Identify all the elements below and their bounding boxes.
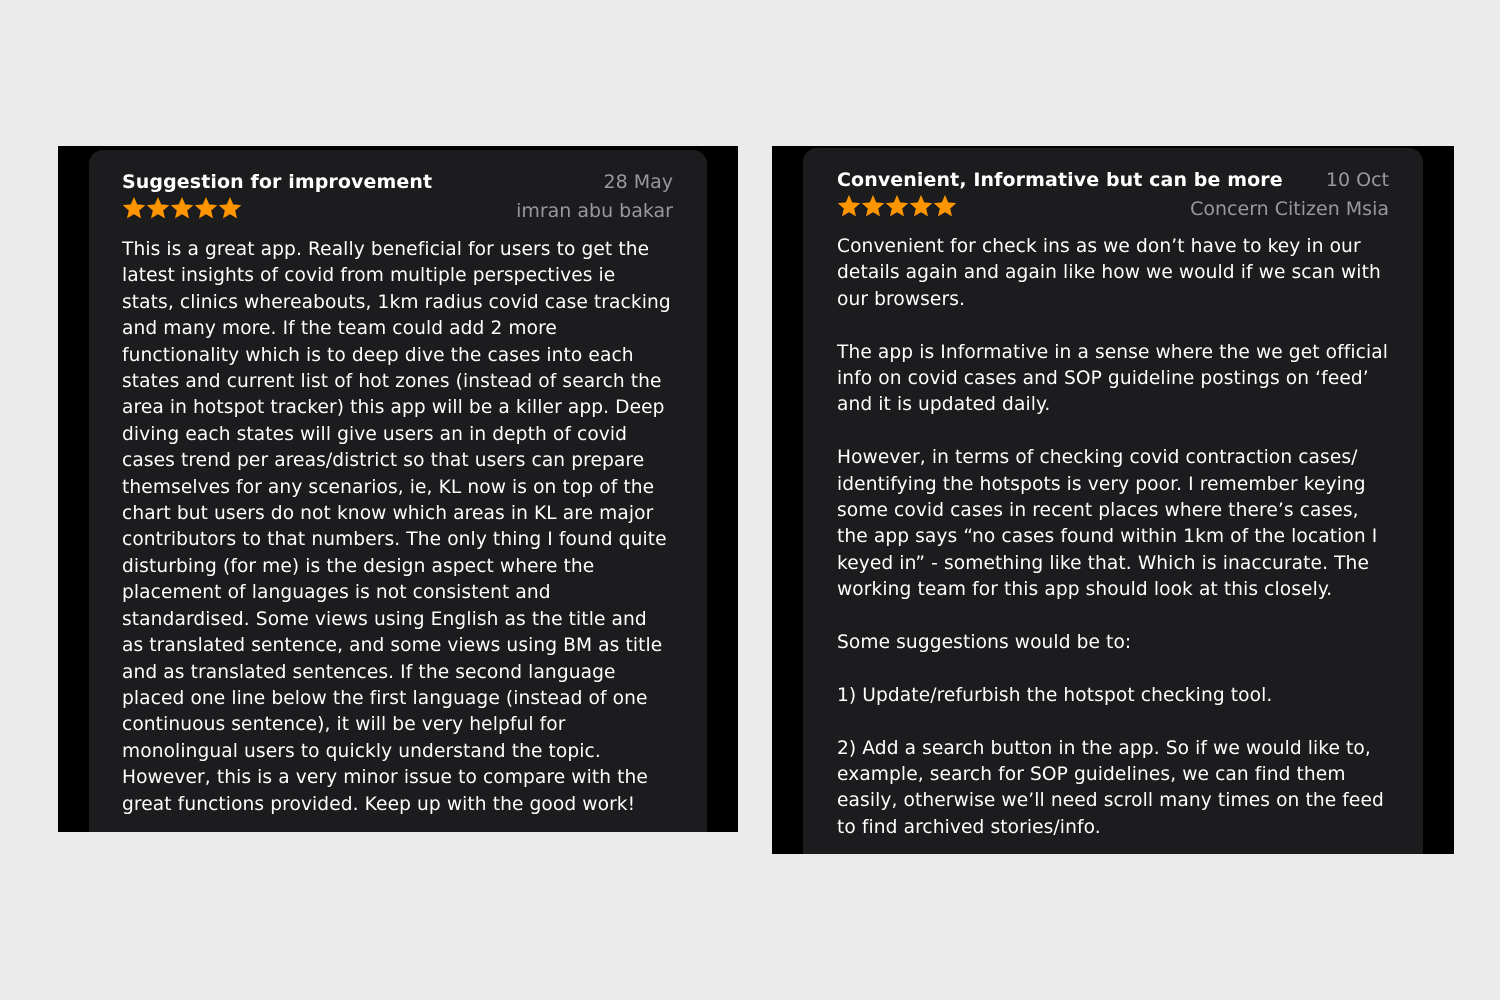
review-title: Suggestion for improvement xyxy=(122,171,433,193)
star-icon xyxy=(146,197,170,219)
review-body: Convenient for check ins as we don’t hav… xyxy=(837,234,1389,841)
review-paragraph: 2) Add a search button in the app. So if… xyxy=(837,737,1384,838)
star-icon xyxy=(194,197,218,219)
review-date: 28 May xyxy=(603,171,674,193)
review-header: Convenient, Informative but can be more … xyxy=(837,168,1389,230)
review-paragraph: Convenient for check ins as we don’t hav… xyxy=(837,236,1381,310)
review-paragraph: 1) Update/refurbish the hotspot checking… xyxy=(837,684,1273,706)
review-paragraph: Some suggestions would be to: xyxy=(837,632,1132,654)
star-icon xyxy=(909,195,933,217)
review-title: Convenient, Informative but can be more xyxy=(837,169,1283,191)
review-header: Suggestion for improvement 28 May imran … xyxy=(122,170,673,232)
review-paragraph: However, in terms of checking covid cont… xyxy=(837,447,1378,601)
review-screenshot-left: Suggestion for improvement 28 May imran … xyxy=(58,146,738,832)
review-card[interactable]: Convenient, Informative but can be more … xyxy=(803,148,1423,854)
review-author: imran abu bakar xyxy=(516,200,673,222)
review-paragraph: This is a great app. Really beneficial f… xyxy=(122,239,671,815)
review-card[interactable]: Suggestion for improvement 28 May imran … xyxy=(89,150,707,832)
star-icon xyxy=(122,197,146,219)
star-icon xyxy=(218,197,242,219)
star-icon xyxy=(170,197,194,219)
review-date: 10 Oct xyxy=(1325,169,1389,191)
star-icon xyxy=(861,195,885,217)
review-author: Concern Citizen Msia xyxy=(1190,198,1389,220)
star-icon xyxy=(885,195,909,217)
star-icon xyxy=(837,195,861,217)
star-rating xyxy=(122,196,242,220)
review-paragraph: The app is Informative in a sense where … xyxy=(837,341,1389,416)
review-screenshot-right: Convenient, Informative but can be more … xyxy=(772,146,1454,854)
star-rating xyxy=(837,194,957,218)
star-icon xyxy=(933,195,957,217)
review-body: This is a great app. Really beneficial f… xyxy=(122,237,673,818)
